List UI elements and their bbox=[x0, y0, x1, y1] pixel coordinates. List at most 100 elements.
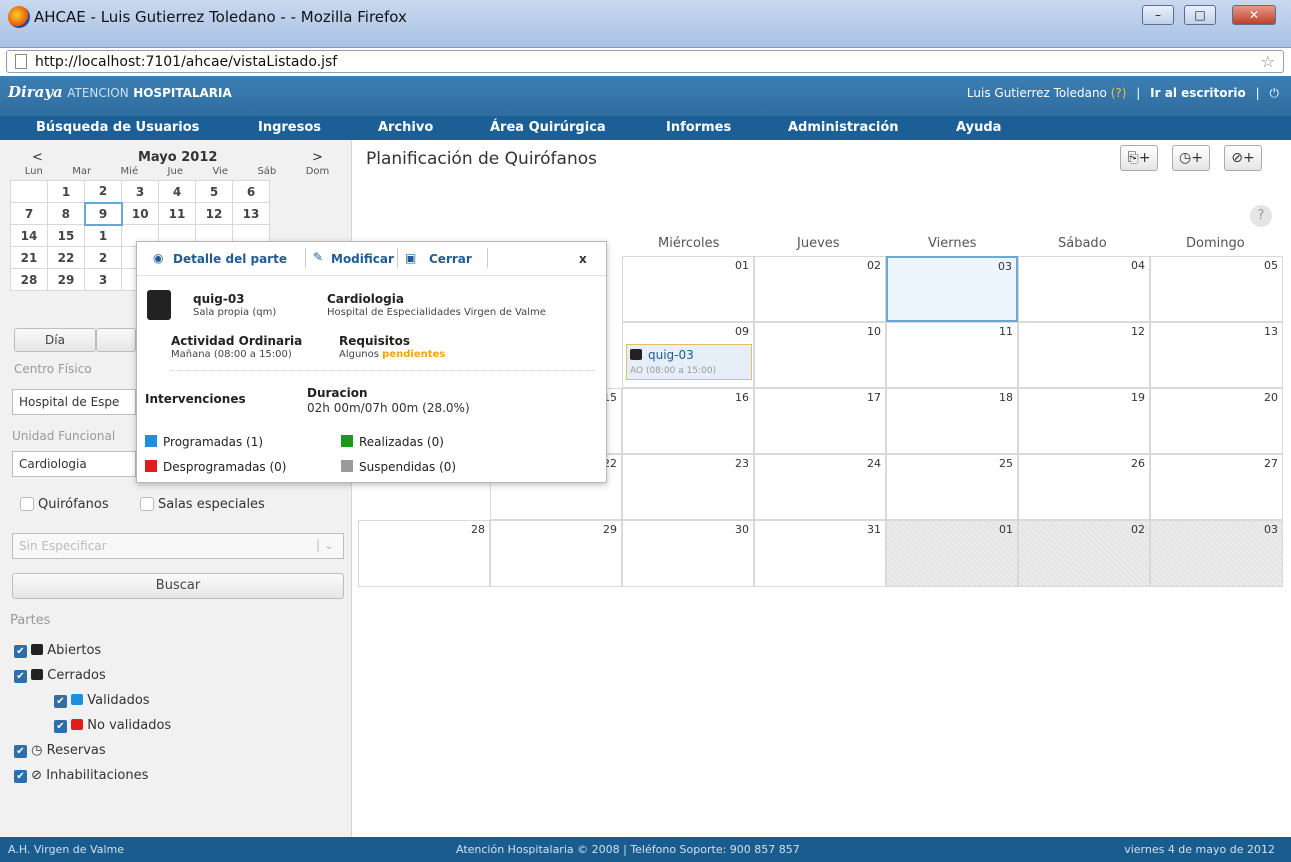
logout-icon[interactable]: ⏻ bbox=[1270, 86, 1280, 100]
checkbox-checked-icon[interactable]: ✔ bbox=[54, 695, 67, 708]
day-cell[interactable]: 29 bbox=[490, 520, 622, 587]
cal-day[interactable]: 14 bbox=[10, 224, 48, 247]
day-cell[interactable]: 12 bbox=[1018, 322, 1150, 388]
detalle-link[interactable]: Detalle del parte bbox=[173, 252, 287, 266]
especificar-select[interactable]: Sin Especificar bbox=[12, 533, 344, 559]
menu-ayuda[interactable]: Ayuda bbox=[956, 120, 1001, 135]
user-help-icon[interactable]: (?) bbox=[1111, 86, 1127, 100]
day-cell-other-month[interactable]: 02 bbox=[1018, 520, 1150, 587]
day-cell[interactable]: 01 bbox=[622, 256, 754, 322]
view-week-button[interactable] bbox=[96, 328, 136, 352]
new-parte-button[interactable]: ⎘+ bbox=[1120, 145, 1158, 171]
day-cell[interactable]: 13 bbox=[1150, 322, 1283, 388]
checkbox-checked-icon[interactable]: ✔ bbox=[54, 720, 67, 733]
day-cell[interactable]: 26 bbox=[1018, 454, 1150, 520]
cal-day[interactable]: 1 bbox=[47, 180, 85, 203]
checkbox-checked-icon[interactable]: ✔ bbox=[14, 770, 27, 783]
cal-day[interactable]: 13 bbox=[232, 202, 270, 225]
cal-day[interactable]: 12 bbox=[195, 202, 233, 225]
day-cell[interactable]: 10 bbox=[754, 322, 886, 388]
menu-ingresos[interactable]: Ingresos bbox=[258, 120, 321, 135]
cal-day-selected[interactable]: 9 bbox=[83, 201, 123, 226]
day-cell[interactable]: 31 bbox=[754, 520, 886, 587]
cal-day[interactable]: 7 bbox=[10, 202, 48, 225]
legend-inhabilitaciones[interactable]: ✔ ⊘ Inhabilitaciones bbox=[14, 768, 148, 783]
menu-administracion[interactable]: Administración bbox=[788, 120, 899, 135]
minimize-button[interactable]: – bbox=[1142, 5, 1174, 25]
cal-day[interactable]: 5 bbox=[195, 180, 233, 203]
day-cell[interactable]: 17 bbox=[754, 388, 886, 454]
legend-no-validados[interactable]: ✔ No validados bbox=[54, 718, 171, 733]
cal-day[interactable]: 22 bbox=[47, 246, 85, 269]
cal-day[interactable] bbox=[10, 180, 48, 203]
close-window-button[interactable]: ✕ bbox=[1232, 5, 1276, 25]
event-quig-03[interactable]: quig-03 AO (08:00 a 15:00) bbox=[626, 344, 752, 380]
dropdown-arrow-icon[interactable]: | ⌄ bbox=[316, 538, 334, 552]
cal-day[interactable]: 4 bbox=[158, 180, 196, 203]
day-cell[interactable]: 19 bbox=[1018, 388, 1150, 454]
maximize-button[interactable]: □ bbox=[1184, 5, 1216, 25]
day-cell-other-month[interactable]: 01 bbox=[886, 520, 1018, 587]
legend-abiertos[interactable]: ✔ Abiertos bbox=[14, 643, 101, 658]
day-cell[interactable]: 20 bbox=[1150, 388, 1283, 454]
quirofanos-checkbox[interactable] bbox=[20, 497, 34, 511]
menu-archivo[interactable]: Archivo bbox=[378, 120, 433, 135]
day-cell[interactable]: 16 bbox=[622, 388, 754, 454]
new-inhabilitacion-button[interactable]: ⊘+ bbox=[1224, 145, 1262, 171]
cal-day[interactable]: 10 bbox=[121, 202, 159, 225]
day-cell[interactable]: 04 bbox=[1018, 256, 1150, 322]
day-cell[interactable]: 05 bbox=[1150, 256, 1283, 322]
day-cell-other-month[interactable]: 03 bbox=[1150, 520, 1283, 587]
day-cell[interactable]: 25 bbox=[886, 454, 1018, 520]
prev-month-button[interactable]: < bbox=[32, 150, 43, 165]
legend-cerrados[interactable]: ✔ Cerrados bbox=[14, 668, 106, 683]
next-month-button[interactable]: > bbox=[312, 150, 323, 165]
cal-day[interactable]: 3 bbox=[84, 268, 122, 291]
day-cell-today[interactable]: 03 bbox=[886, 256, 1018, 322]
day-cell[interactable]: 24 bbox=[754, 454, 886, 520]
cal-day[interactable]: 1 bbox=[84, 224, 122, 247]
popup-close-button[interactable]: x bbox=[579, 252, 587, 266]
cal-day[interactable]: 21 bbox=[10, 246, 48, 269]
legend-validados[interactable]: ✔ Validados bbox=[54, 693, 150, 708]
day-cell[interactable]: 09 quig-03 AO (08:00 a 15:00) bbox=[622, 322, 754, 388]
url-text[interactable]: http://localhost:7101/ahcae/vistaListado… bbox=[35, 54, 337, 70]
day-cell[interactable]: 11 bbox=[886, 322, 1018, 388]
day-cell[interactable]: 18 bbox=[886, 388, 1018, 454]
cerrar-link[interactable]: Cerrar bbox=[429, 252, 472, 266]
help-icon[interactable]: ? bbox=[1250, 205, 1272, 227]
cal-day[interactable]: 11 bbox=[158, 202, 196, 225]
day-number: 20 bbox=[1264, 391, 1278, 404]
cal-day[interactable]: 6 bbox=[232, 180, 270, 203]
checkbox-checked-icon[interactable]: ✔ bbox=[14, 645, 27, 658]
cal-day[interactable]: 2 bbox=[84, 180, 122, 203]
checkbox-checked-icon[interactable]: ✔ bbox=[14, 745, 27, 758]
day-cell[interactable]: 27 bbox=[1150, 454, 1283, 520]
day-cell[interactable]: 23 bbox=[622, 454, 754, 520]
desktop-link[interactable]: Ir al escritorio bbox=[1150, 86, 1246, 100]
cal-day[interactable]: 8 bbox=[47, 202, 85, 225]
address-bar[interactable]: http://localhost:7101/ahcae/vistaListado… bbox=[6, 50, 1284, 73]
view-day-button[interactable]: Día bbox=[14, 328, 96, 352]
new-reserva-button[interactable]: ◷+ bbox=[1172, 145, 1210, 171]
cal-day[interactable]: 29 bbox=[47, 268, 85, 291]
buscar-button[interactable]: Buscar bbox=[12, 573, 344, 599]
day-cell[interactable]: 02 bbox=[754, 256, 886, 322]
cal-day[interactable]: 3 bbox=[121, 180, 159, 203]
legend-reservas[interactable]: ✔ ◷ Reservas bbox=[14, 743, 106, 758]
menu-area-quirurgica[interactable]: Área Quirúrgica bbox=[490, 120, 606, 135]
cal-day[interactable]: 2 bbox=[84, 246, 122, 269]
cal-day[interactable]: 28 bbox=[10, 268, 48, 291]
unidad-select[interactable]: Cardiologia bbox=[12, 451, 136, 477]
menu-informes[interactable]: Informes bbox=[666, 120, 731, 135]
day-cell[interactable]: 28 bbox=[358, 520, 490, 587]
cal-day[interactable]: 15 bbox=[47, 224, 85, 247]
bookmark-star-icon[interactable]: ☆ bbox=[1261, 52, 1275, 71]
programadas-label: Programadas (1) bbox=[163, 435, 264, 449]
day-cell[interactable]: 30 bbox=[622, 520, 754, 587]
salas-checkbox[interactable] bbox=[140, 497, 154, 511]
centro-select[interactable]: Hospital de Espe bbox=[12, 389, 136, 415]
modificar-link[interactable]: Modificar bbox=[331, 252, 394, 266]
checkbox-checked-icon[interactable]: ✔ bbox=[14, 670, 27, 683]
menu-busqueda[interactable]: Búsqueda de Usuarios bbox=[36, 120, 199, 135]
